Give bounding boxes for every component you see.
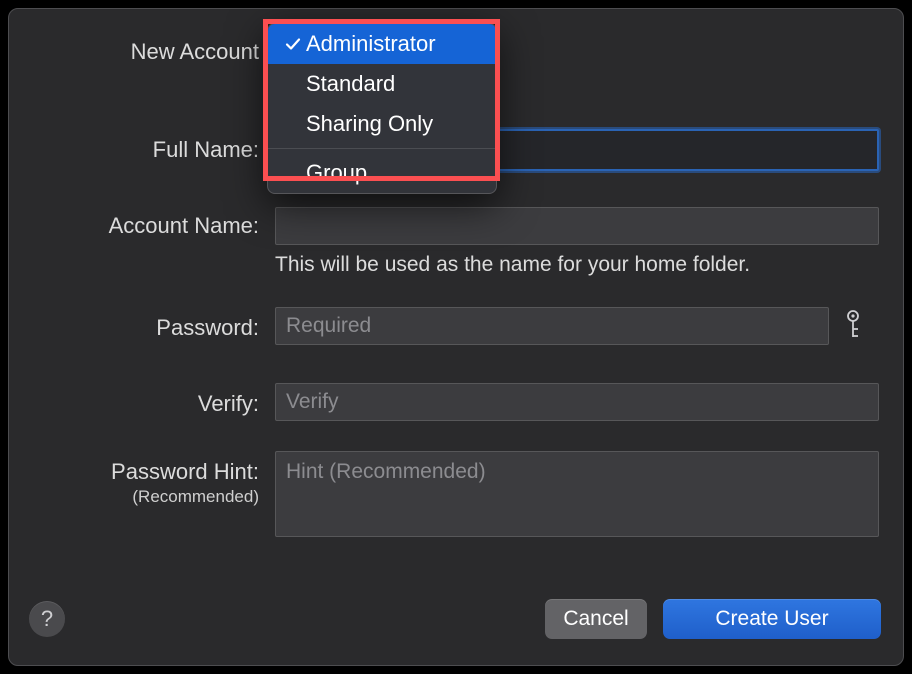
password-hint-input[interactable]: [276, 452, 878, 536]
menu-item-standard[interactable]: Standard: [268, 64, 496, 104]
password-hint-field[interactable]: [275, 451, 879, 537]
menu-item-label: Standard: [306, 71, 395, 97]
menu-item-label: Sharing Only: [306, 111, 433, 137]
password-field[interactable]: [275, 307, 829, 345]
password-hint-label: Password Hint:: [111, 459, 259, 485]
account-name-field[interactable]: [275, 207, 879, 245]
menu-item-administrator[interactable]: Administrator: [268, 24, 496, 64]
verify-label: Verify:: [198, 391, 259, 417]
checkmark-icon: [280, 36, 306, 52]
help-icon: ?: [41, 606, 53, 632]
menu-item-group[interactable]: Group: [268, 153, 496, 193]
create-user-button-label: Create User: [715, 607, 828, 631]
menu-item-sharing-only[interactable]: Sharing Only: [268, 104, 496, 144]
menu-separator: [268, 148, 496, 149]
full-name-label: Full Name:: [153, 137, 259, 163]
verify-input[interactable]: [276, 384, 878, 420]
create-user-button[interactable]: Create User: [663, 599, 881, 639]
account-name-label: Account Name:: [109, 213, 259, 239]
help-button[interactable]: ?: [29, 601, 65, 637]
password-label: Password:: [156, 315, 259, 341]
key-icon[interactable]: [843, 309, 863, 344]
menu-item-label: Group: [306, 160, 367, 186]
cancel-button[interactable]: Cancel: [545, 599, 647, 639]
new-account-label: New Account: [131, 39, 259, 65]
new-account-type-menu[interactable]: Administrator Standard Sharing Only Grou…: [267, 23, 497, 194]
cancel-button-label: Cancel: [563, 607, 628, 631]
new-user-dialog: New Account Full Name: Account Name: Thi…: [8, 8, 904, 666]
account-name-helper: This will be used as the name for your h…: [275, 253, 750, 277]
password-hint-sublabel: (Recommended): [132, 487, 259, 507]
verify-field[interactable]: [275, 383, 879, 421]
menu-item-label: Administrator: [306, 31, 436, 57]
account-name-input[interactable]: [276, 208, 878, 244]
password-input[interactable]: [276, 308, 828, 344]
